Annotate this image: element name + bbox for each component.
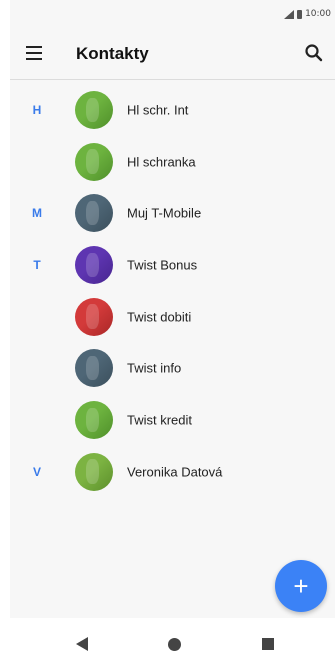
contact-row[interactable]: Hl schranka — [10, 136, 335, 188]
menu-icon[interactable] — [26, 46, 42, 60]
contact-avatar — [75, 452, 113, 491]
contact-name: Muj T-Mobile — [127, 205, 202, 221]
contact-avatar — [75, 142, 113, 181]
contact-avatar — [75, 194, 113, 233]
app-bar-divider — [10, 79, 335, 80]
navigation-bar — [10, 618, 335, 668]
section-letter: T — [33, 257, 41, 272]
contact-name: Twist kredit — [127, 412, 193, 428]
status-bar: 10:00 — [10, 0, 335, 28]
contact-row[interactable]: Twist dobiti — [10, 291, 335, 343]
contact-name: Veronika Datová — [127, 464, 223, 480]
contact-avatar — [75, 90, 113, 129]
back-icon[interactable] — [76, 637, 88, 651]
home-icon[interactable] — [168, 638, 181, 651]
contact-avatar — [75, 245, 113, 284]
contact-name: Twist dobiti — [127, 309, 192, 325]
contact-row[interactable]: Twist info — [10, 342, 335, 394]
section-letter: H — [32, 102, 42, 117]
app-bar: Kontakty — [10, 28, 335, 80]
section-letter: M — [32, 206, 42, 221]
contact-list: H Hl schr. Int Hl schranka M Muj T-Mobile T Tw… — [10, 84, 335, 498]
section-letter: V — [32, 464, 41, 479]
recents-icon[interactable] — [262, 638, 274, 650]
signal-icon — [284, 9, 295, 19]
contact-avatar — [75, 400, 113, 439]
contact-avatar — [75, 349, 113, 388]
contact-row[interactable]: T Twist Bonus — [10, 239, 335, 291]
contact-name: Twist Bonus — [127, 257, 198, 273]
contact-name: Twist info — [127, 360, 182, 376]
contact-row[interactable]: V Veronika Datová — [10, 446, 335, 498]
add-contact-button[interactable]: + — [275, 560, 327, 612]
contact-name: Hl schranka — [127, 154, 196, 170]
page-title: Kontakty — [76, 44, 149, 63]
search-icon[interactable] — [303, 42, 325, 64]
contact-row[interactable]: M Muj T-Mobile — [10, 187, 335, 239]
screen: 10:00 Kontakty H Hl schr. Int Hl schranka M… — [10, 0, 335, 668]
add-icon: + — [293, 570, 309, 601]
contact-name: Hl schr. Int — [127, 102, 189, 118]
battery-icon — [297, 9, 303, 19]
status-time: 10:00 — [305, 9, 331, 19]
contact-row[interactable]: H Hl schr. Int — [10, 84, 335, 136]
contact-avatar — [75, 297, 113, 336]
contact-row[interactable]: Twist kredit — [10, 394, 335, 446]
